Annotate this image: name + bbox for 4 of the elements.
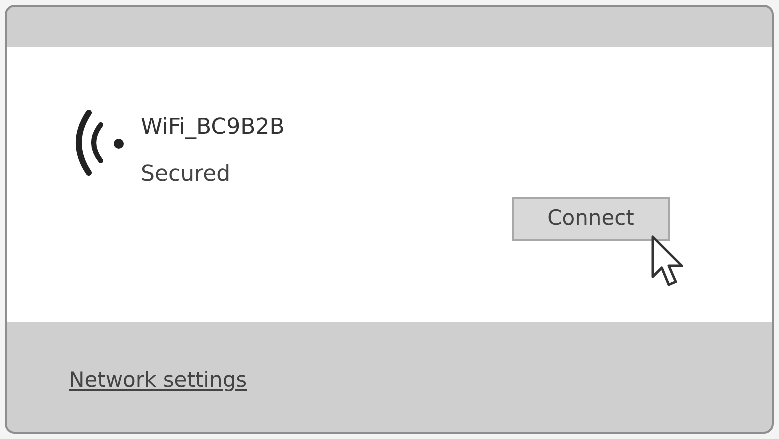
connect-button[interactable]: Connect xyxy=(512,197,670,241)
network-settings-link[interactable]: Network settings xyxy=(69,365,248,397)
network-name: WiFi_BC9B2B xyxy=(141,114,285,142)
security-status: Secured xyxy=(141,161,232,189)
